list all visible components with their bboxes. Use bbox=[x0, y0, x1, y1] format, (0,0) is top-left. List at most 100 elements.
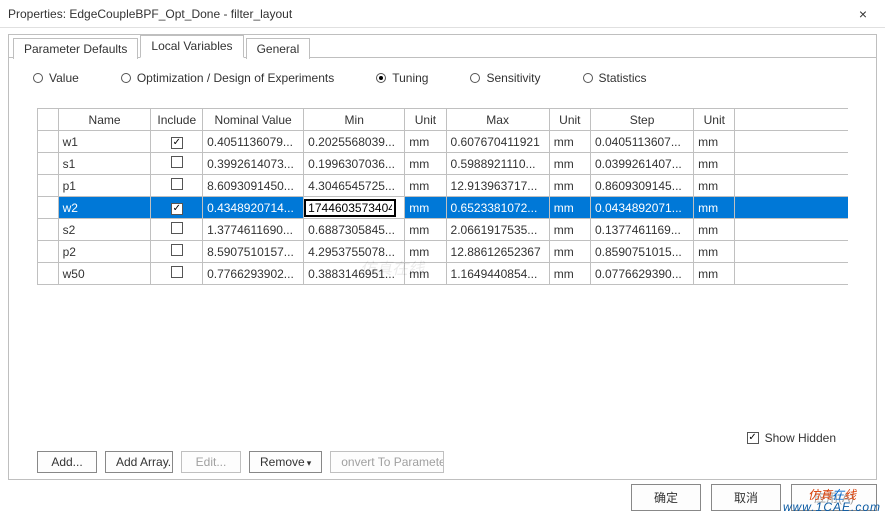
cell-unit-min[interactable]: mm bbox=[405, 153, 446, 175]
radio-statistics[interactable]: Statistics bbox=[583, 71, 647, 85]
header-nominal[interactable]: Nominal Value bbox=[203, 109, 304, 131]
cell-min[interactable]: 4.3046545725... bbox=[304, 175, 405, 197]
cell-max[interactable]: 0.6523381072... bbox=[446, 197, 549, 219]
table-row[interactable]: p28.5907510157...4.2953755078...mm12.886… bbox=[38, 241, 849, 263]
cell-unit-step[interactable]: mm bbox=[694, 131, 735, 153]
cell-unit-min[interactable]: mm bbox=[405, 131, 446, 153]
radio-optimization-design-of-experiments[interactable]: Optimization / Design of Experiments bbox=[121, 71, 334, 85]
cell-nominal[interactable]: 1.3774611690... bbox=[203, 219, 304, 241]
cell-min[interactable]: 0.2025568039... bbox=[304, 131, 405, 153]
cell-unit-step[interactable]: mm bbox=[694, 241, 735, 263]
header-unit2[interactable]: Unit bbox=[549, 109, 590, 131]
include-checkbox[interactable] bbox=[171, 203, 183, 215]
cell-step[interactable]: 0.8609309145... bbox=[590, 175, 693, 197]
cell-step[interactable]: 0.0434892071... bbox=[590, 197, 693, 219]
row-handle[interactable] bbox=[38, 241, 59, 263]
cell-max[interactable]: 0.607670411921 bbox=[446, 131, 549, 153]
row-handle[interactable] bbox=[38, 175, 59, 197]
cell-name[interactable]: p2 bbox=[58, 241, 151, 263]
table-row[interactable]: s21.3774611690...0.6887305845...mm2.0661… bbox=[38, 219, 849, 241]
header-include[interactable]: Include bbox=[151, 109, 203, 131]
cell-unit-min[interactable]: mm bbox=[405, 241, 446, 263]
cell-nominal[interactable]: 8.6093091450... bbox=[203, 175, 304, 197]
cell-unit-max[interactable]: mm bbox=[549, 197, 590, 219]
table-row[interactable]: w500.7766293902...0.3883146951...mm1.164… bbox=[38, 263, 849, 285]
close-button[interactable]: × bbox=[841, 0, 885, 28]
cell-unit-max[interactable]: mm bbox=[549, 219, 590, 241]
include-checkbox[interactable] bbox=[171, 178, 183, 190]
cell-unit-max[interactable]: mm bbox=[549, 131, 590, 153]
cell-max[interactable]: 0.5988921110... bbox=[446, 153, 549, 175]
ok-button[interactable]: 确定 bbox=[631, 484, 701, 511]
row-handle[interactable] bbox=[38, 131, 59, 153]
cell-include[interactable] bbox=[151, 197, 203, 219]
row-handle[interactable] bbox=[38, 197, 59, 219]
cell-name[interactable]: w1 bbox=[58, 131, 151, 153]
cell-name[interactable]: s1 bbox=[58, 153, 151, 175]
cell-unit-min[interactable]: mm bbox=[405, 263, 446, 285]
tab-general[interactable]: General bbox=[246, 38, 311, 59]
cell-max[interactable]: 1.1649440854... bbox=[446, 263, 549, 285]
cell-max[interactable]: 12.88612652367 bbox=[446, 241, 549, 263]
cell-name[interactable]: s2 bbox=[58, 219, 151, 241]
edit-button[interactable]: Edit... bbox=[181, 451, 241, 473]
cell-nominal[interactable]: 0.7766293902... bbox=[203, 263, 304, 285]
cell-name[interactable]: p1 bbox=[58, 175, 151, 197]
header-name[interactable]: Name bbox=[58, 109, 151, 131]
remove-button[interactable]: Remove bbox=[249, 451, 322, 473]
show-hidden-checkbox[interactable] bbox=[747, 432, 759, 444]
cell-nominal[interactable]: 8.5907510157... bbox=[203, 241, 304, 263]
radio-tuning[interactable]: Tuning bbox=[376, 71, 428, 85]
cell-unit-step[interactable]: mm bbox=[694, 175, 735, 197]
cell-unit-step[interactable]: mm bbox=[694, 153, 735, 175]
row-handle[interactable] bbox=[38, 153, 59, 175]
cell-unit-min[interactable]: mm bbox=[405, 197, 446, 219]
cell-unit-step[interactable]: mm bbox=[694, 219, 735, 241]
header-unit[interactable]: Unit bbox=[405, 109, 446, 131]
cell-unit-step[interactable]: mm bbox=[694, 263, 735, 285]
cell-max[interactable]: 12.913963717... bbox=[446, 175, 549, 197]
add-array-button[interactable]: Add Array... bbox=[105, 451, 173, 473]
header-max[interactable]: Max bbox=[446, 109, 549, 131]
cell-min[interactable] bbox=[304, 197, 405, 219]
cell-min-edit-input[interactable] bbox=[304, 199, 396, 217]
cell-unit-max[interactable]: mm bbox=[549, 175, 590, 197]
cell-unit-max[interactable]: mm bbox=[549, 153, 590, 175]
header-min[interactable]: Min bbox=[304, 109, 405, 131]
radio-sensitivity[interactable]: Sensitivity bbox=[470, 71, 540, 85]
cell-min[interactable]: 0.6887305845... bbox=[304, 219, 405, 241]
cell-include[interactable] bbox=[151, 263, 203, 285]
cell-step[interactable]: 0.0776629390... bbox=[590, 263, 693, 285]
cell-nominal[interactable]: 0.3992614073... bbox=[203, 153, 304, 175]
cell-unit-max[interactable]: mm bbox=[549, 241, 590, 263]
include-checkbox[interactable] bbox=[171, 244, 183, 256]
header-unit3[interactable]: Unit bbox=[694, 109, 735, 131]
cell-name[interactable]: w50 bbox=[58, 263, 151, 285]
cell-min[interactable]: 0.1996307036... bbox=[304, 153, 405, 175]
include-checkbox[interactable] bbox=[171, 156, 183, 168]
row-handle[interactable] bbox=[38, 263, 59, 285]
include-checkbox[interactable] bbox=[171, 222, 183, 234]
cell-max[interactable]: 2.0661917535... bbox=[446, 219, 549, 241]
tab-parameter-defaults[interactable]: Parameter Defaults bbox=[13, 38, 138, 59]
cell-unit-min[interactable]: mm bbox=[405, 219, 446, 241]
cell-include[interactable] bbox=[151, 153, 203, 175]
cell-unit-max[interactable]: mm bbox=[549, 263, 590, 285]
tab-local-variables[interactable]: Local Variables bbox=[140, 35, 243, 58]
table-row[interactable]: s10.3992614073...0.1996307036...mm0.5988… bbox=[38, 153, 849, 175]
cell-nominal[interactable]: 0.4348920714... bbox=[203, 197, 304, 219]
radio-value[interactable]: Value bbox=[33, 71, 79, 85]
cell-unit-min[interactable]: mm bbox=[405, 175, 446, 197]
cell-min[interactable]: 4.2953755078... bbox=[304, 241, 405, 263]
cell-include[interactable] bbox=[151, 175, 203, 197]
row-handle[interactable] bbox=[38, 219, 59, 241]
cell-name[interactable]: w2 bbox=[58, 197, 151, 219]
include-checkbox[interactable] bbox=[171, 137, 183, 149]
cell-step[interactable]: 0.8590751015... bbox=[590, 241, 693, 263]
cell-nominal[interactable]: 0.4051136079... bbox=[203, 131, 304, 153]
header-step[interactable]: Step bbox=[590, 109, 693, 131]
cell-unit-step[interactable]: mm bbox=[694, 197, 735, 219]
add-button[interactable]: Add... bbox=[37, 451, 97, 473]
include-checkbox[interactable] bbox=[171, 266, 183, 278]
cell-include[interactable] bbox=[151, 219, 203, 241]
